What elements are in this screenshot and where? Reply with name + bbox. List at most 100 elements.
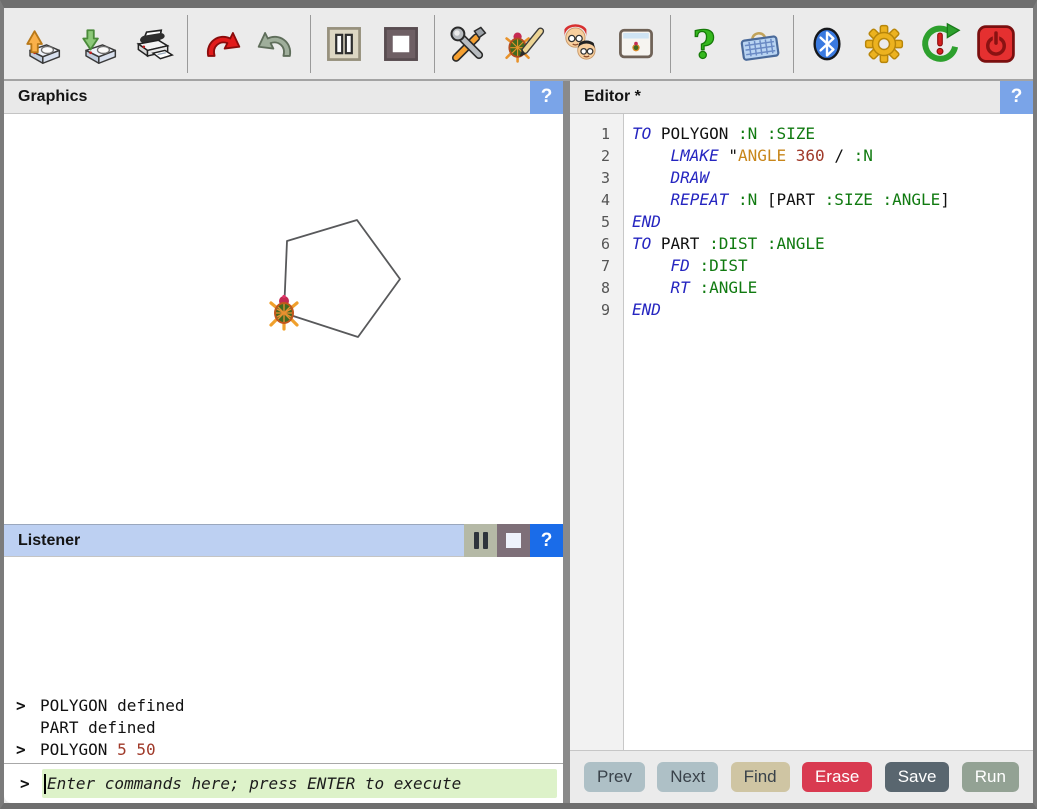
screen-button[interactable] xyxy=(613,21,659,67)
pause-icon xyxy=(322,22,366,66)
graphics-title: Graphics xyxy=(18,88,87,106)
listener-line: PART defined xyxy=(4,716,563,738)
line-number: 4 xyxy=(570,189,624,211)
redo-icon xyxy=(199,22,243,66)
tools-icon xyxy=(446,22,490,66)
code-line: 1TO POLYGON :N :SIZE xyxy=(570,123,1033,145)
upload-button[interactable] xyxy=(18,21,64,67)
command-input[interactable]: Enter commands here; press ENTER to exec… xyxy=(42,769,557,798)
screen-icon xyxy=(614,22,658,66)
print-button[interactable] xyxy=(130,21,176,67)
prev-button[interactable]: Prev xyxy=(584,762,645,792)
text-caret xyxy=(44,774,46,794)
stop-square-icon xyxy=(506,533,521,548)
turtle-drawing xyxy=(4,114,563,524)
graphics-help-button[interactable]: ? xyxy=(530,81,563,114)
line-number: 1 xyxy=(570,123,624,145)
toolbar: ? xyxy=(4,8,1033,81)
reload-button[interactable] xyxy=(917,21,963,67)
graphics-canvas xyxy=(4,114,563,524)
svg-text:?: ? xyxy=(693,22,716,65)
editor-panel: Editor * ? 1TO POLYGON :N :SIZE2 LMAKE "… xyxy=(570,81,1033,803)
toolbar-separator xyxy=(434,15,435,73)
listener-title: Listener xyxy=(18,532,80,550)
toolbar-separator xyxy=(670,15,671,73)
input-hint-text: Enter commands here; press ENTER to exec… xyxy=(47,774,461,793)
bluetooth-icon xyxy=(805,22,849,66)
editor-header: Editor * ? xyxy=(570,81,1033,114)
listener-stop-button[interactable] xyxy=(497,524,530,557)
undo-icon xyxy=(255,22,299,66)
characters-icon xyxy=(558,22,602,66)
keyboard-icon xyxy=(738,22,782,66)
turtle-edit-icon xyxy=(502,22,546,66)
tools-button[interactable] xyxy=(445,21,491,67)
code-line: 5END xyxy=(570,211,1033,233)
settings-button[interactable] xyxy=(861,21,907,67)
code-text: END xyxy=(624,211,661,233)
editor-toolbar: Prev Next Find Erase Save Run xyxy=(570,750,1033,803)
stop-icon xyxy=(379,22,423,66)
line-number: 5 xyxy=(570,211,624,233)
pentagon-shape xyxy=(284,220,400,337)
redo-button[interactable] xyxy=(198,21,244,67)
code-line: 2 LMAKE "ANGLE 360 / :N xyxy=(570,145,1033,167)
stop-button[interactable] xyxy=(378,21,424,67)
listener-prompt: > xyxy=(16,740,40,759)
listener-line: >POLYGON defined xyxy=(4,694,563,716)
listener-output: >POLYGON definedPART defined>POLYGON 5 5… xyxy=(4,557,563,763)
panel-splitter[interactable] xyxy=(563,81,570,803)
main-area: Graphics ? xyxy=(4,81,1033,803)
code-text: LMAKE "ANGLE 360 / :N xyxy=(624,145,873,167)
download-icon xyxy=(75,22,119,66)
toolbar-separator xyxy=(793,15,794,73)
line-number: 7 xyxy=(570,255,624,277)
editor-title: Editor * xyxy=(584,88,641,106)
code-text: END xyxy=(624,299,661,321)
code-line: 6TO PART :DIST :ANGLE xyxy=(570,233,1033,255)
print-icon xyxy=(131,22,175,66)
line-number: 3 xyxy=(570,167,624,189)
keyboard-button[interactable] xyxy=(737,21,783,67)
input-prompt: > xyxy=(20,774,42,793)
download-button[interactable] xyxy=(74,21,120,67)
code-line: 7 FD :DIST xyxy=(570,255,1033,277)
listener-header: Listener ? xyxy=(4,524,563,557)
code-text: TO PART :DIST :ANGLE xyxy=(624,233,825,255)
help-icon: ? xyxy=(682,22,726,66)
pause-button[interactable] xyxy=(321,21,367,67)
turtle-edit-button[interactable] xyxy=(501,21,547,67)
settings-icon xyxy=(862,22,906,66)
run-button[interactable]: Run xyxy=(962,762,1019,792)
code-editor[interactable]: 1TO POLYGON :N :SIZE2 LMAKE "ANGLE 360 /… xyxy=(570,114,1033,750)
code-text: REPEAT :N [PART :SIZE :ANGLE] xyxy=(624,189,950,211)
editor-help-button[interactable]: ? xyxy=(1000,81,1033,114)
help-button[interactable]: ? xyxy=(681,21,727,67)
power-button[interactable] xyxy=(973,21,1019,67)
pause-bar-icon xyxy=(474,532,479,549)
find-button[interactable]: Find xyxy=(731,762,790,792)
listener-pause-button[interactable] xyxy=(464,524,497,557)
code-line: 4 REPEAT :N [PART :SIZE :ANGLE] xyxy=(570,189,1033,211)
listener-help-button[interactable]: ? xyxy=(530,524,563,557)
characters-button[interactable] xyxy=(557,21,603,67)
code-text: DRAW xyxy=(624,167,709,189)
code-line: 3 DRAW xyxy=(570,167,1033,189)
code-text: FD :DIST xyxy=(624,255,748,277)
toolbar-separator xyxy=(310,15,311,73)
left-column: Graphics ? xyxy=(4,81,563,803)
graphics-header: Graphics ? xyxy=(4,81,563,114)
line-number: 6 xyxy=(570,233,624,255)
bluetooth-button[interactable] xyxy=(804,21,850,67)
reload-icon xyxy=(918,22,962,66)
next-button[interactable]: Next xyxy=(657,762,718,792)
listener-input-row: > Enter commands here; press ENTER to ex… xyxy=(4,763,563,803)
code-line: 8 RT :ANGLE xyxy=(570,277,1033,299)
save-button[interactable]: Save xyxy=(885,762,950,792)
erase-button[interactable]: Erase xyxy=(802,762,872,792)
code-text: TO POLYGON :N :SIZE xyxy=(624,123,815,145)
undo-button[interactable] xyxy=(254,21,300,67)
turtle-sprite xyxy=(271,295,297,329)
listener-prompt: > xyxy=(16,696,40,715)
line-number: 2 xyxy=(570,145,624,167)
